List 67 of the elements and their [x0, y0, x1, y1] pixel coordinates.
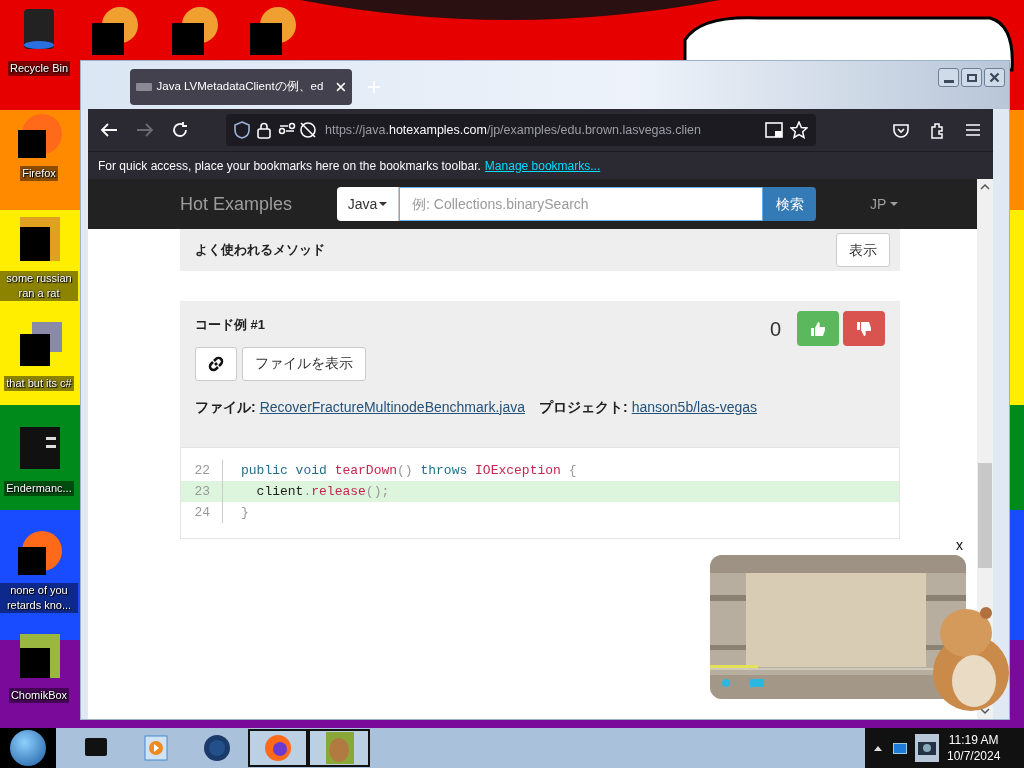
- clock-time[interactable]: 11:19 AM: [948, 732, 999, 748]
- line-number: 24: [181, 502, 223, 523]
- project-link[interactable]: hanson5b/las-vegas: [631, 396, 757, 418]
- link-icon: [208, 355, 224, 372]
- file-link[interactable]: RecoverFractureMultinodeBenchmark.java: [259, 396, 525, 418]
- favicon-icon: [136, 83, 152, 91]
- desktop-icon[interactable]: [248, 5, 298, 55]
- scroll-thumb[interactable]: [978, 463, 992, 568]
- desktop-icon[interactable]: [170, 5, 220, 55]
- file-label: ファイル:: [195, 397, 256, 417]
- start-button[interactable]: [0, 728, 56, 768]
- taskbar-button[interactable]: [248, 729, 308, 767]
- desktop-icon[interactable]: [90, 5, 140, 55]
- back-icon[interactable]: [100, 122, 118, 138]
- tab-title: Java LVMetadataClientの例、ed: [156, 79, 325, 95]
- thumbs-down-icon: [856, 320, 872, 337]
- search-button[interactable]: 検索: [763, 187, 816, 221]
- lock-icon[interactable]: [257, 121, 271, 139]
- icon-label[interactable]: none of you retards kno...: [0, 583, 78, 613]
- downvote-button[interactable]: [843, 311, 885, 346]
- tray-monitor-icon[interactable]: [893, 742, 907, 754]
- locale-dropdown[interactable]: JP: [870, 193, 899, 215]
- code-line: client.release();: [255, 482, 390, 501]
- search-field[interactable]: 例: Collections.binarySearch: [399, 187, 763, 221]
- menu-icon[interactable]: [965, 124, 981, 136]
- show-button[interactable]: 表示: [836, 233, 890, 267]
- permalink-button[interactable]: [195, 346, 237, 381]
- view-file-button[interactable]: ファイルを表示: [242, 346, 366, 381]
- reload-icon[interactable]: [172, 122, 188, 138]
- scroll-up-icon[interactable]: [980, 183, 990, 191]
- star-icon[interactable]: [790, 121, 808, 139]
- address-bar[interactable]: https://java.hotexamples.com/jp/examples/edu.brown.lasvegas.clien: [226, 114, 816, 146]
- tray-arrow-icon[interactable]: [873, 744, 883, 752]
- line-number: 23: [181, 481, 223, 502]
- pocket-icon[interactable]: [893, 122, 909, 138]
- project-label: プロジェクト:: [539, 397, 628, 417]
- code-line: public void tearDown() throws IOException {: [240, 461, 577, 480]
- ad-close-button[interactable]: x: [956, 535, 963, 556]
- close-tab-icon[interactable]: [336, 82, 346, 92]
- example-title: コード例 #1: [195, 316, 266, 334]
- icon-label[interactable]: that but its c#: [4, 376, 74, 391]
- taskbar-button[interactable]: [308, 729, 370, 767]
- vote-count: 0: [769, 316, 781, 342]
- picture-in-picture-icon[interactable]: [765, 122, 783, 138]
- clock-date[interactable]: 10/7/2024: [947, 748, 1001, 764]
- language-select[interactable]: Java: [337, 187, 399, 221]
- manage-bookmarks-link[interactable]: Manage bookmarks...: [484, 156, 601, 175]
- extensions-icon[interactable]: [929, 121, 945, 139]
- code-line: }: [240, 503, 249, 522]
- icon-label[interactable]: ChomikBox: [8, 688, 70, 703]
- thumbs-up-icon: [810, 320, 826, 337]
- forward-icon[interactable]: [136, 122, 154, 138]
- permissions-icon[interactable]: [278, 121, 318, 139]
- icon-label[interactable]: some russian ran a rat: [0, 271, 78, 301]
- bookmarks-hint: For quick access, place your bookmarks here on the bookmarks toolbar.: [98, 157, 481, 175]
- icon-label[interactable]: Firefox: [20, 166, 58, 181]
- panel-title: よく使われるメソッド: [195, 241, 325, 260]
- icon-label[interactable]: Endermanc...: [4, 481, 74, 496]
- site-brand[interactable]: Hot Examples: [180, 190, 337, 218]
- maximize-button[interactable]: [961, 68, 982, 87]
- camera-icon[interactable]: [915, 734, 939, 762]
- shield-icon[interactable]: [234, 121, 250, 139]
- close-button[interactable]: [984, 68, 1005, 87]
- icon-label[interactable]: Recycle Bin: [7, 61, 71, 76]
- minimize-button[interactable]: [938, 68, 959, 87]
- browser-tab[interactable]: Java LVMetadataClientの例、ed: [130, 69, 352, 105]
- scroll-down-icon[interactable]: [980, 707, 990, 715]
